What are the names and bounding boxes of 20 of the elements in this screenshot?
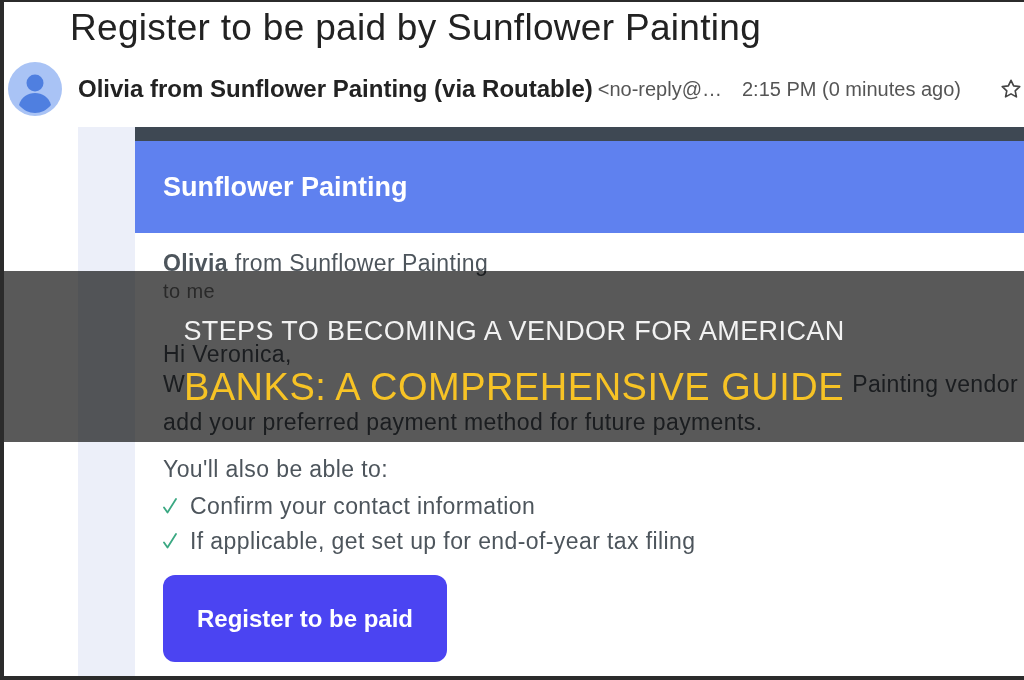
sender-name: Olivia from Sunflower Painting (via Routable) [78, 74, 593, 104]
overlay-title: STEPS TO BECOMING A VENDOR FOR AMERICAN [183, 318, 845, 345]
check-icon [163, 533, 177, 549]
greeting-text: Hi Veronica, [163, 343, 292, 365]
list-intro: You'll also be able to: [163, 455, 389, 483]
email-subject: Register to be paid by Sunflower Painting [70, 7, 762, 49]
body-text: Painting vendor [852, 370, 1018, 399]
sender-address: <no-reply@… [597, 77, 722, 102]
sender-line: Olivia from Sunflower Painting [163, 249, 489, 277]
banner-title: Sunflower Painting [163, 170, 408, 204]
checklist-item: Confirm your contact information [190, 492, 536, 520]
overlay-title: BANKS: A COMPREHENSIVE GUIDE [183, 368, 845, 406]
body-text: add your preferred payment method for future payments. [163, 408, 763, 437]
timestamp: 2:15 PM (0 minutes ago) [742, 77, 961, 102]
avatar-icon [8, 62, 62, 116]
star-icon[interactable] [1000, 78, 1022, 100]
check-icon [163, 498, 177, 514]
checklist-item: If applicable, get set up for end-of-year tax filing [190, 527, 696, 555]
register-button[interactable]: Register to be paid [163, 575, 447, 662]
body-text: W [163, 370, 186, 399]
